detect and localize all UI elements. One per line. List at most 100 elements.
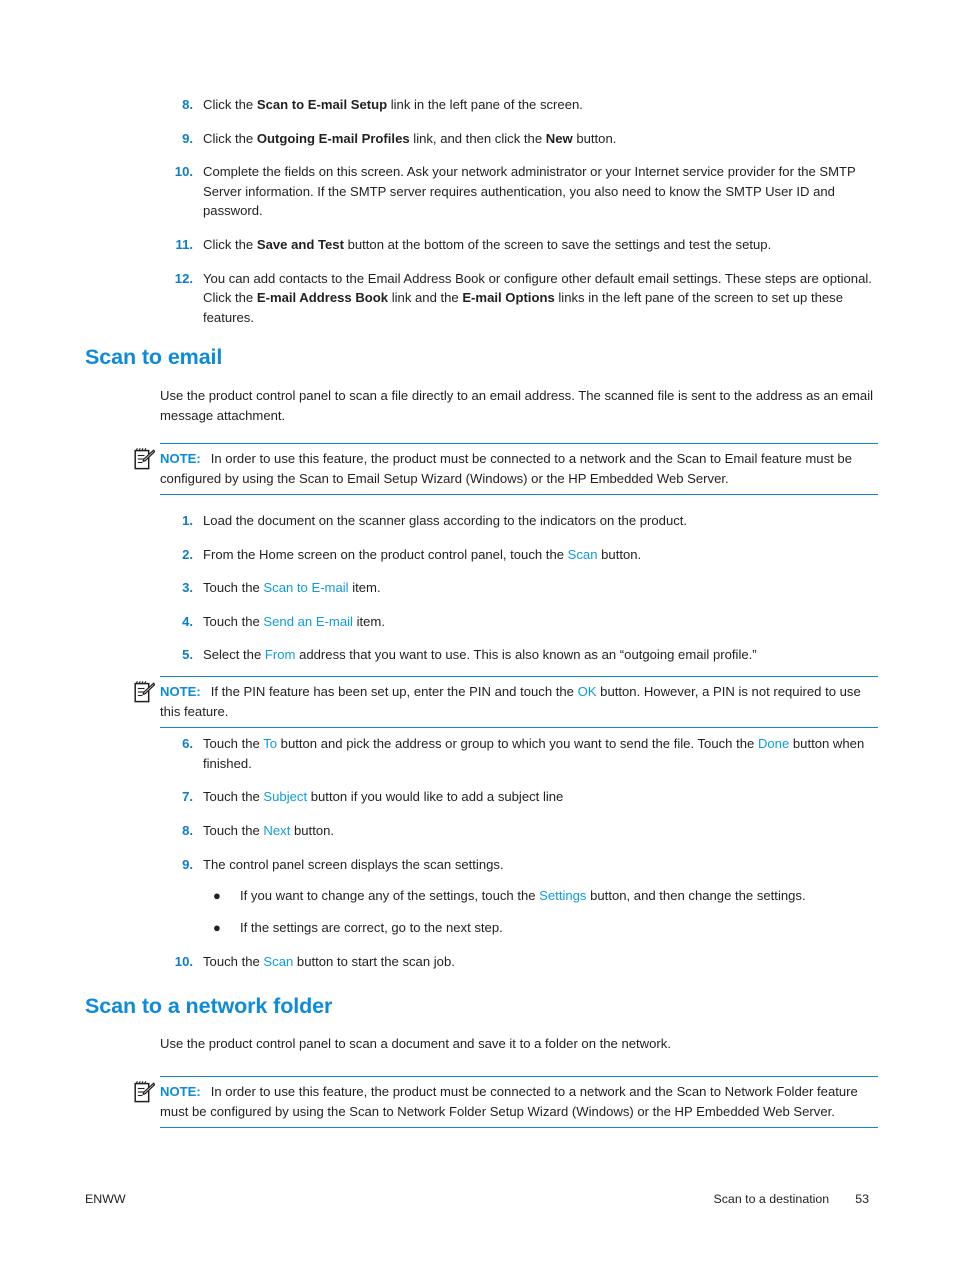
text-run: Click the bbox=[203, 97, 257, 112]
step-text: Click the Scan to E-mail Setup link in t… bbox=[203, 95, 878, 115]
text-run: Load the document on the scanner glass a… bbox=[203, 513, 688, 528]
list-item: 10. Touch the Scan button to start the sc… bbox=[160, 952, 878, 972]
text-run: If the settings are correct, go to the n… bbox=[240, 920, 503, 936]
text-run: In order to use this feature, the produc… bbox=[160, 451, 852, 486]
note-scan-to-network-folder: NOTE: In order to use this feature, the p… bbox=[134, 1076, 878, 1129]
top-procedure-list: 8. Click the Scan to E-mail Setup link in… bbox=[160, 95, 878, 327]
step-number: 9. bbox=[182, 857, 193, 872]
footer-locale: ENWW bbox=[85, 1192, 126, 1206]
step-text: You can add contacts to the Email Addres… bbox=[203, 269, 878, 328]
ui-reference: Subject bbox=[263, 789, 308, 805]
note-scan-to-email: NOTE: In order to use this feature, the p… bbox=[134, 443, 878, 496]
list-item: 7. Touch the Subject button if you would … bbox=[160, 787, 878, 807]
ui-reference: Next bbox=[263, 822, 291, 838]
step-number: 11. bbox=[175, 236, 193, 252]
emphasis-bold: Save and Test bbox=[256, 236, 344, 252]
step-text: Touch the Subject button if you would li… bbox=[203, 787, 878, 807]
ui-reference: Scan to E-mail bbox=[263, 580, 349, 596]
step-number: 9. bbox=[182, 130, 193, 146]
note-pencil-icon bbox=[134, 680, 156, 704]
step-text: Click the Save and Test button at the bo… bbox=[203, 235, 878, 255]
text-run: If you want to change any of the setting… bbox=[240, 887, 540, 903]
step-text: Touch the To button and pick the address… bbox=[203, 734, 878, 773]
list-item: ● If the settings are correct, go to the … bbox=[203, 918, 878, 938]
text-run: Touch the bbox=[203, 736, 264, 751]
ui-reference: Settings bbox=[539, 887, 587, 903]
sub-bullet-list: ● If you want to change any of the settin… bbox=[203, 886, 878, 938]
scan-to-email-steps-part3: 9. The control panel screen displays the … bbox=[160, 855, 878, 971]
list-item: ● If you want to change any of the settin… bbox=[203, 886, 878, 906]
step-number: 10. bbox=[174, 164, 193, 180]
note-label: NOTE: bbox=[160, 684, 201, 699]
note-text: In order to use this feature, the produc… bbox=[160, 1084, 858, 1119]
step-text: From the Home screen on the product cont… bbox=[203, 545, 878, 565]
list-item: 9. The control panel screen displays the … bbox=[160, 855, 878, 938]
text-run: button to start the scan job. bbox=[293, 953, 455, 969]
text-run: button. bbox=[290, 822, 335, 838]
step-text: Load the document on the scanner glass a… bbox=[203, 511, 878, 531]
step-number: 10. bbox=[174, 953, 193, 969]
list-item: 8. Click the Scan to E-mail Setup link in… bbox=[160, 95, 878, 115]
text-run: Touch the bbox=[203, 789, 264, 805]
step-number: 12. bbox=[174, 270, 193, 286]
note-text: If the PIN feature has been set up, ente… bbox=[160, 684, 861, 719]
ui-reference: To bbox=[263, 736, 278, 751]
scan-to-network-folder-intro: Use the product control panel to scan a … bbox=[160, 1036, 671, 1051]
emphasis-bold: Outgoing E-mail Profiles bbox=[256, 130, 410, 146]
bullet-text: If you want to change any of the setting… bbox=[240, 888, 806, 903]
list-item: 5. Select the From address that you want … bbox=[160, 645, 878, 665]
note-text: In order to use this feature, the produc… bbox=[160, 451, 852, 486]
step-number: 7. bbox=[182, 789, 193, 805]
list-item: 9. Click the Outgoing E-mail Profiles lin… bbox=[160, 129, 878, 149]
note-pin: NOTE: If the PIN feature has been set up,… bbox=[134, 676, 878, 729]
footer-right-group: Scan to a destination 53 bbox=[713, 1192, 869, 1206]
ui-reference: Done bbox=[757, 736, 790, 751]
text-run: Click the bbox=[203, 236, 257, 252]
text-run: button. bbox=[597, 546, 642, 562]
list-item: 8. Touch the Next button. bbox=[160, 821, 878, 841]
step-text: The control panel screen displays the sc… bbox=[203, 855, 878, 938]
step-number: 1. bbox=[182, 513, 193, 528]
text-run: In order to use this feature, the produc… bbox=[160, 1084, 858, 1119]
page-footer: ENWW Scan to a destination 53 bbox=[85, 1192, 869, 1206]
bullet-icon: ● bbox=[213, 920, 221, 936]
list-item: 4. Touch the Send an E-mail item. bbox=[160, 612, 878, 632]
step-text: Complete the fields on this screen. Ask … bbox=[203, 162, 878, 221]
text-run: Touch the bbox=[203, 613, 264, 629]
text-run: item. bbox=[352, 613, 385, 629]
footer-chapter-title: Scan to a destination bbox=[713, 1192, 830, 1206]
step-number: 3. bbox=[182, 580, 193, 596]
text-run: address that you want to use. This is al… bbox=[295, 647, 757, 663]
emphasis-bold: New bbox=[545, 130, 573, 146]
step-text: Touch the Scan button to start the scan … bbox=[203, 952, 878, 972]
note-label: NOTE: bbox=[160, 451, 201, 466]
list-item: 6. Touch the To button and pick the addre… bbox=[160, 734, 878, 773]
note-label: NOTE: bbox=[160, 1084, 201, 1099]
scan-to-email-intro: Use the product control panel to scan a … bbox=[160, 388, 874, 423]
text-run: Touch the bbox=[203, 953, 264, 969]
ui-reference: OK bbox=[577, 684, 597, 699]
bullet-text: If the settings are correct, go to the n… bbox=[240, 920, 503, 935]
footer-page-number: 53 bbox=[855, 1192, 869, 1206]
ui-reference: From bbox=[264, 647, 296, 663]
bullet-icon: ● bbox=[213, 887, 221, 903]
text-run: link, and then click the bbox=[409, 130, 546, 146]
text-run: Touch the bbox=[203, 822, 264, 838]
text-run: button and pick the address or group to … bbox=[277, 736, 758, 751]
list-item: 1. Load the document on the scanner glass… bbox=[160, 511, 878, 531]
step-text: Click the Outgoing E-mail Profiles link,… bbox=[203, 129, 878, 149]
step-number: 2. bbox=[182, 546, 193, 562]
step-text: Touch the Send an E-mail item. bbox=[203, 612, 878, 632]
step-number: 5. bbox=[182, 647, 193, 663]
step-number: 8. bbox=[182, 822, 193, 838]
text-run: Select the bbox=[203, 647, 265, 663]
note-pencil-icon bbox=[134, 447, 156, 471]
page-title-scan-to-network-folder: Scan to a network folder bbox=[85, 994, 333, 1018]
step-text: Select the From address that you want to… bbox=[203, 645, 878, 665]
text-run: button. bbox=[572, 130, 617, 146]
text-run: link and the bbox=[388, 290, 463, 306]
text-run: The control panel screen displays the sc… bbox=[203, 857, 504, 872]
text-run: button, and then change the settings. bbox=[586, 887, 806, 903]
scan-to-email-steps-part2: 6. Touch the To button and pick the addre… bbox=[160, 734, 878, 840]
list-item: 11. Click the Save and Test button at the… bbox=[160, 235, 878, 255]
